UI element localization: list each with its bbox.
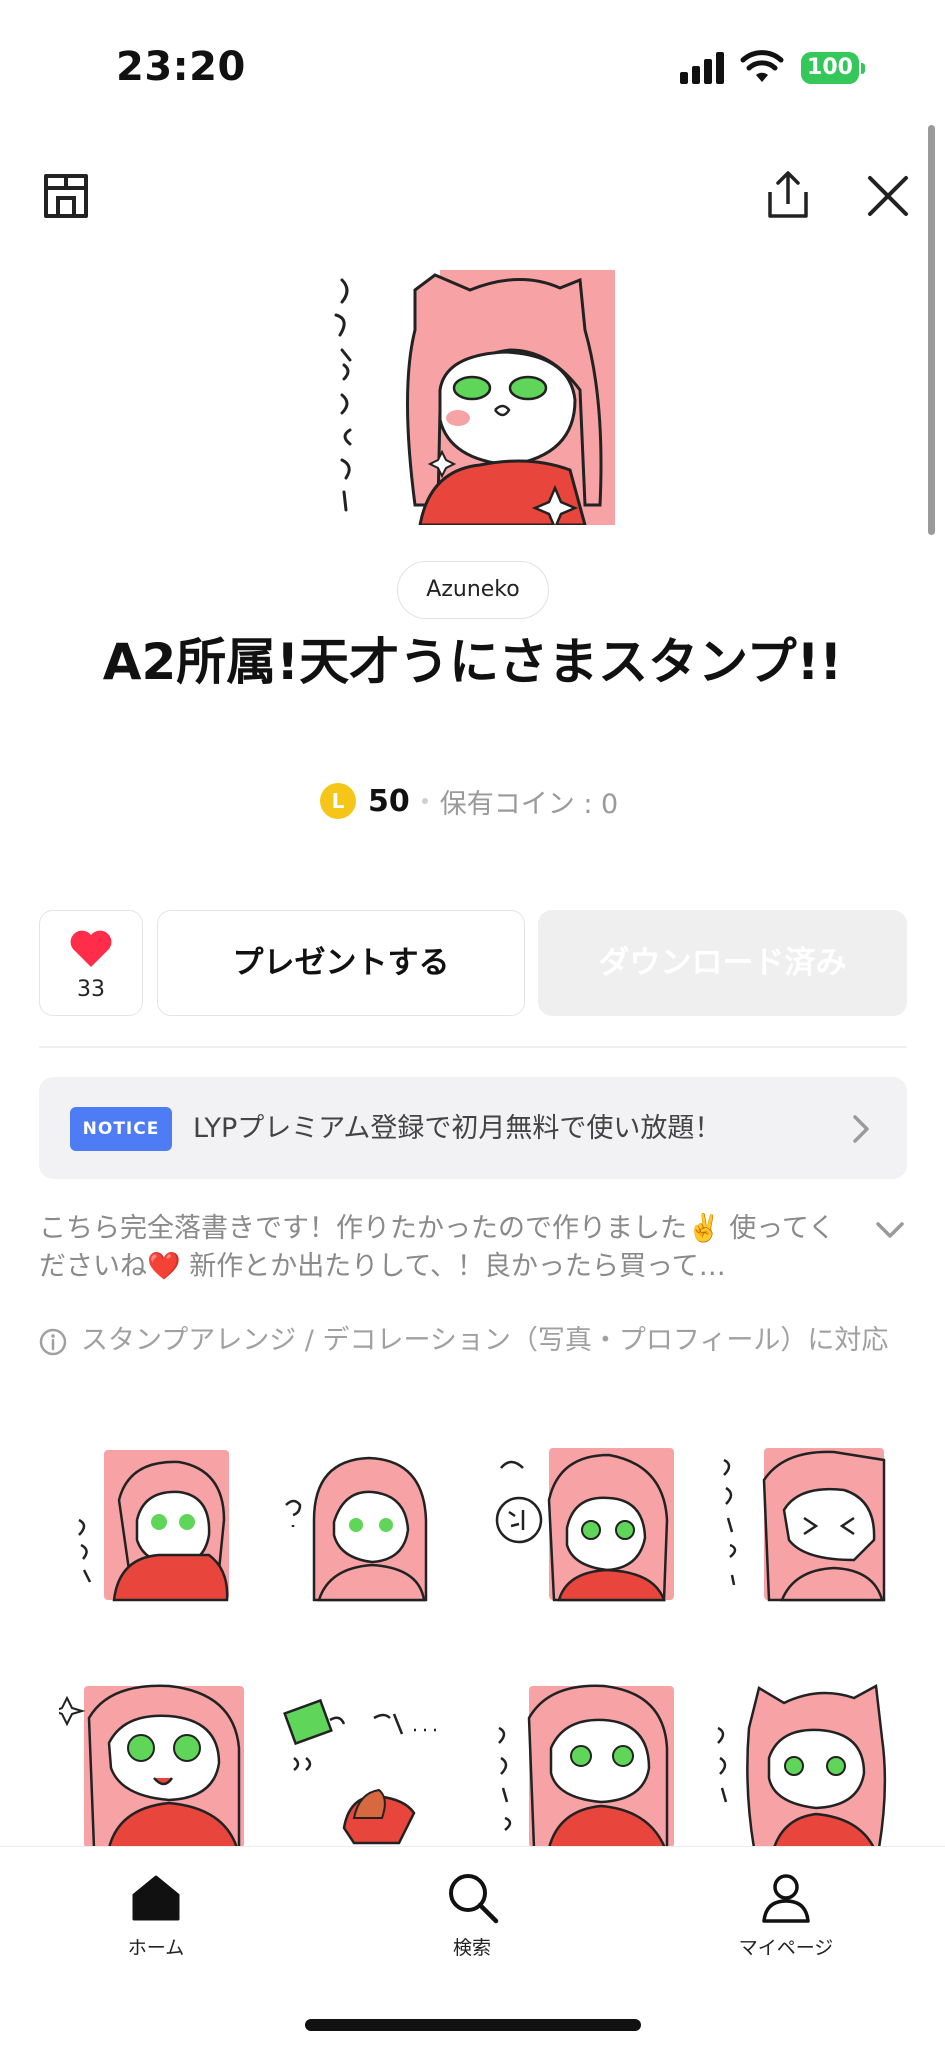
- sticker-item[interactable]: [704, 1440, 894, 1610]
- notice-banner[interactable]: NOTICE LYPプレミアム登録で初月無料で使い放題！: [39, 1077, 907, 1179]
- sticker-item[interactable]: [274, 1678, 464, 1848]
- shop-icon[interactable]: [38, 168, 94, 224]
- coin-icon: L: [320, 783, 356, 819]
- notice-text: LYPプレミアム登録で初月無料で使い放題！: [193, 1113, 722, 1144]
- price-value: 50: [368, 783, 410, 819]
- home-indicator[interactable]: [305, 2019, 641, 2031]
- info-text: スタンプアレンジ / デコレーション（写真・プロフィール）に対応: [81, 1325, 889, 1356]
- chevron-right-icon: [853, 1115, 869, 1143]
- chevron-down-icon[interactable]: [874, 1218, 906, 1242]
- share-icon[interactable]: [760, 168, 816, 224]
- tab-home[interactable]: ホーム: [76, 1867, 236, 1960]
- tab-label: ホーム: [127, 1937, 185, 1959]
- wifi-icon: [740, 50, 784, 82]
- owned-coins: 保有コイン : 0: [439, 788, 619, 820]
- tab-search[interactable]: 検索: [392, 1867, 552, 1960]
- cellular-signal-icon: [680, 52, 728, 84]
- present-button[interactable]: プレゼントする: [157, 910, 525, 1016]
- like-count: 33: [77, 977, 105, 1002]
- home-icon: [132, 1875, 180, 1921]
- divider: [39, 1046, 907, 1048]
- heart-icon: [70, 930, 112, 967]
- tab-label: マイページ: [738, 1937, 834, 1959]
- tab-mypage[interactable]: マイページ: [706, 1867, 866, 1960]
- sticker-item[interactable]: [59, 1440, 249, 1610]
- info-icon: [39, 1328, 67, 1356]
- search-icon: [449, 1874, 499, 1924]
- sticker-item[interactable]: [489, 1678, 679, 1848]
- status-bar: 23:20 100: [0, 0, 945, 130]
- close-icon[interactable]: [860, 168, 916, 224]
- sticker-item[interactable]: [489, 1440, 679, 1610]
- sticker-title: A2所属!天才うにさまスタンプ!!: [102, 633, 843, 691]
- battery-icon: 100: [801, 52, 865, 84]
- separator-dot: [421, 798, 428, 804]
- notice-badge: NOTICE: [70, 1107, 172, 1151]
- sticker-item[interactable]: [704, 1678, 894, 1848]
- author-link[interactable]: Azuneko: [397, 561, 549, 619]
- person-icon: [762, 1874, 810, 1923]
- main-sticker-image[interactable]: [330, 270, 615, 525]
- download-button[interactable]: ダウンロード済み: [538, 910, 907, 1016]
- bottom-tab-bar: ホーム 検索 マイページ: [0, 1846, 945, 2048]
- sticker-item[interactable]: [274, 1440, 464, 1610]
- status-time: 23:20: [116, 44, 246, 90]
- sticker-item[interactable]: [59, 1678, 249, 1848]
- scroll-indicator[interactable]: [928, 125, 935, 535]
- feature-info: スタンプアレンジ / デコレーション（写真・プロフィール）に対応: [39, 1322, 907, 1359]
- tab-label: 検索: [452, 1937, 491, 1959]
- like-button[interactable]: 33: [39, 910, 143, 1016]
- description-text: こちら完全落書きです！作りたかったので作りました✌️ 使ってくださいね❤️ 新作…: [39, 1213, 836, 1282]
- price-row: L 50 保有コイン : 0: [320, 780, 618, 822]
